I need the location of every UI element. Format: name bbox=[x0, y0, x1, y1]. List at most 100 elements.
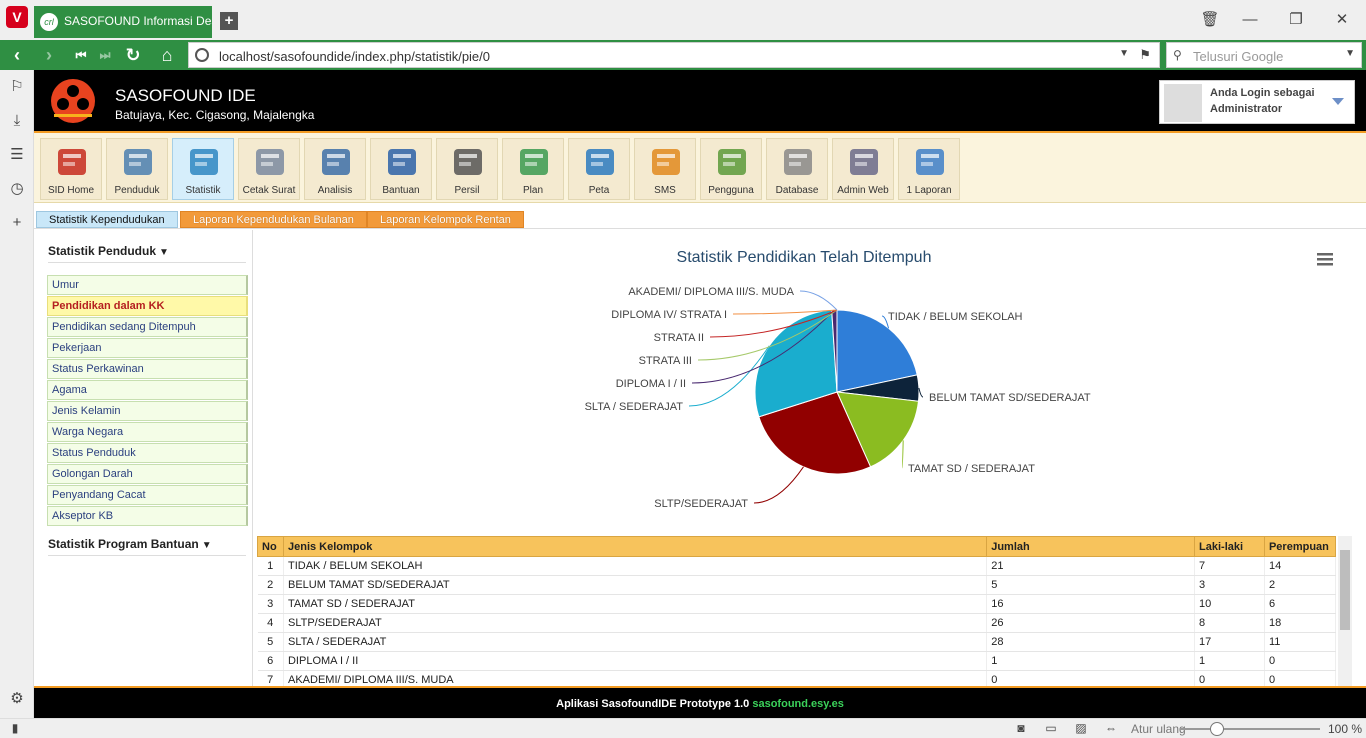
toolbar-pengguna-button[interactable]: Pengguna bbox=[700, 138, 762, 200]
pie-connector-line bbox=[901, 440, 904, 469]
table-cell: 1 bbox=[1194, 651, 1265, 671]
toolbar-label: 1 Laporan bbox=[906, 185, 952, 196]
table-cell: 14 bbox=[1264, 556, 1337, 576]
footer-link[interactable]: sasofound.esy.es bbox=[752, 698, 844, 710]
reload-icon[interactable]: ↻ bbox=[122, 44, 144, 66]
plan-icon bbox=[516, 143, 552, 179]
sidebar-item-agama[interactable]: Agama bbox=[47, 380, 248, 400]
column-header[interactable]: No bbox=[257, 536, 284, 557]
statistics-table: No Jenis Kelompok Jumlah Laki-laki Perempuan… bbox=[257, 536, 1337, 686]
column-header[interactable]: Jenis Kelompok bbox=[282, 536, 988, 557]
database-icon bbox=[780, 143, 816, 179]
column-header[interactable]: Perempuan bbox=[1263, 536, 1337, 557]
trash-icon[interactable]: 🗑 bbox=[1200, 10, 1220, 30]
table-cell: 1 bbox=[257, 556, 284, 576]
vivaldi-logo-icon[interactable]: V bbox=[6, 6, 28, 28]
toolbar-plan-button[interactable]: Plan bbox=[502, 138, 564, 200]
sidebar-item-status-perkawinan[interactable]: Status Perkawinan bbox=[47, 359, 248, 379]
section-statistik-program-bantuan[interactable]: Statistik Program Bantuan ▼ bbox=[48, 537, 212, 551]
back-icon[interactable]: ‹ bbox=[6, 44, 28, 66]
new-tab-button[interactable]: + bbox=[220, 12, 238, 30]
restore-button[interactable]: ❐ bbox=[1286, 10, 1306, 30]
pie-chart: Statistik Pendidikan Telah Ditempuh TIDAK… bbox=[585, 249, 1333, 510]
toolbar-admin-web-button[interactable]: Admin Web bbox=[832, 138, 894, 200]
table-row: 6 DIPLOMA I / II 1 1 0 bbox=[257, 651, 1337, 671]
search-input[interactable]: ⚲ Telusuri Google ▼ bbox=[1166, 42, 1362, 68]
sidebar-item-pendidikan-sedang-ditempuh[interactable]: Pendidikan sedang Ditempuh bbox=[47, 317, 248, 337]
close-window-button[interactable]: ✕ bbox=[1332, 10, 1352, 30]
search-icon: ⚲ bbox=[1173, 48, 1182, 62]
sidebar-item-penyandang-cacat[interactable]: Penyandang Cacat bbox=[47, 485, 248, 505]
section-statistik-penduduk[interactable]: Statistik Penduduk ▼ bbox=[48, 244, 169, 258]
column-header[interactable]: Laki-laki bbox=[1194, 536, 1265, 557]
rewind-icon[interactable]: ⏮ bbox=[70, 44, 92, 66]
toolbar-label: Analisis bbox=[317, 185, 353, 196]
table-scrollbar[interactable] bbox=[1338, 536, 1352, 686]
toolbar-analisis-button[interactable]: Analisis bbox=[304, 138, 366, 200]
toolbar-cetak-surat-button[interactable]: Cetak Surat bbox=[238, 138, 300, 200]
sidebar-item-umur[interactable]: Umur bbox=[47, 275, 248, 295]
address-url: localhost/sasofoundide/index.php/statist… bbox=[219, 49, 491, 64]
toolbar-bantuan-button[interactable]: Bantuan bbox=[370, 138, 432, 200]
browser-tab-active[interactable]: crl SASOFOUND Informasi Desa bbox=[34, 6, 212, 38]
home-nav-icon[interactable]: ⌂ bbox=[156, 44, 178, 66]
toolbar-sms-button[interactable]: SMS bbox=[634, 138, 696, 200]
toolbar-database-button[interactable]: Database bbox=[766, 138, 828, 200]
sidebar-item-warga-negara[interactable]: Warga Negara bbox=[47, 422, 248, 442]
zoom-slider-track[interactable] bbox=[1180, 728, 1320, 730]
toolbar-statistik-button[interactable]: Statistik bbox=[172, 138, 234, 200]
toolbar-persil-button[interactable]: Persil bbox=[436, 138, 498, 200]
toolbar-label: Bantuan bbox=[382, 185, 420, 196]
bookmarks-panel-icon[interactable]: ⚐ bbox=[8, 78, 26, 96]
pie-connector-line bbox=[799, 290, 838, 311]
table-cell: 8 bbox=[1194, 613, 1265, 633]
table-cell: DIPLOMA I / II bbox=[283, 651, 988, 671]
panel-toggle-icon[interactable]: ▮ bbox=[6, 721, 24, 737]
search-dropdown-icon[interactable]: ▼ bbox=[1345, 48, 1355, 59]
tab-laporan-kelompok-rentan[interactable]: Laporan Kelompok Rentan bbox=[367, 211, 524, 228]
table-cell: 1 bbox=[986, 651, 1196, 671]
toolbar-1-laporan-button[interactable]: 1 Laporan bbox=[898, 138, 960, 200]
toolbar-label: SID Home bbox=[47, 185, 95, 196]
toolbar-peta-button[interactable]: Peta bbox=[568, 138, 630, 200]
sidebar-item-status-penduduk[interactable]: Status Penduduk bbox=[47, 443, 248, 463]
sidebar-item-pekerjaan[interactable]: Pekerjaan bbox=[47, 338, 248, 358]
address-dropdown-icon[interactable]: ▼ bbox=[1119, 48, 1129, 59]
history-icon[interactable]: ◷ bbox=[8, 180, 26, 198]
toolbar-penduduk-button[interactable]: Penduduk bbox=[106, 138, 168, 200]
zoom-slider-knob[interactable] bbox=[1210, 722, 1224, 736]
scrollbar-thumb[interactable] bbox=[1340, 550, 1350, 630]
capture-icon[interactable]: ◙ bbox=[1012, 721, 1030, 737]
downloads-icon[interactable]: ⤓ bbox=[8, 112, 26, 130]
fast-forward-icon[interactable]: ⏭ bbox=[94, 44, 116, 66]
chart-menu-icon[interactable] bbox=[1317, 253, 1333, 266]
sidebar-item-pendidikan-dalam-kk[interactable]: Pendidikan dalam KK bbox=[47, 296, 248, 316]
sidebar-item-akseptor-kb[interactable]: Akseptor KB bbox=[47, 506, 248, 526]
forward-icon[interactable]: › bbox=[38, 44, 60, 66]
table-cell: 0 bbox=[1264, 651, 1337, 671]
login-dropdown[interactable]: Anda Login sebagai Administrator bbox=[1159, 80, 1355, 124]
sidebar-item-jenis-kelamin[interactable]: Jenis Kelamin bbox=[47, 401, 248, 421]
browser-status-bar: ▮ ◙ ▭ ▨ ⇔ Atur ulang 100 % bbox=[0, 718, 1366, 738]
bookmark-icon[interactable]: ⚑ bbox=[1139, 47, 1151, 63]
column-header[interactable]: Jumlah bbox=[986, 536, 1196, 557]
sidebar-item-golongan-darah[interactable]: Golongan Darah bbox=[47, 464, 248, 484]
address-bar[interactable]: localhost/sasofoundide/index.php/statist… bbox=[188, 42, 1160, 68]
admin-web-icon bbox=[846, 143, 882, 179]
image-icon[interactable]: ▨ bbox=[1072, 721, 1090, 737]
toolbar-label: Pengguna bbox=[708, 185, 754, 196]
tab-statistik-kependudukan[interactable]: Statistik Kependudukan bbox=[36, 211, 178, 228]
search-placeholder: Telusuri Google bbox=[1193, 49, 1284, 64]
tab-laporan-bulanan[interactable]: Laporan Kependudukan Bulanan bbox=[180, 211, 367, 228]
globe-icon bbox=[582, 143, 618, 179]
notes-icon[interactable]: ☰ bbox=[8, 146, 26, 164]
add-panel-icon[interactable]: + bbox=[8, 214, 26, 232]
toolbar-label: SMS bbox=[654, 185, 676, 196]
code-icon[interactable]: ⇔ bbox=[1102, 721, 1120, 737]
tile-icon[interactable]: ▭ bbox=[1042, 721, 1060, 737]
minimize-button[interactable]: — bbox=[1240, 10, 1260, 30]
zoom-reset-label[interactable]: Atur ulang bbox=[1131, 722, 1186, 736]
toolbar-sid-home-button[interactable]: SID Home bbox=[40, 138, 102, 200]
settings-gear-icon[interactable]: ⚙ bbox=[8, 690, 26, 708]
users-icon bbox=[714, 143, 750, 179]
